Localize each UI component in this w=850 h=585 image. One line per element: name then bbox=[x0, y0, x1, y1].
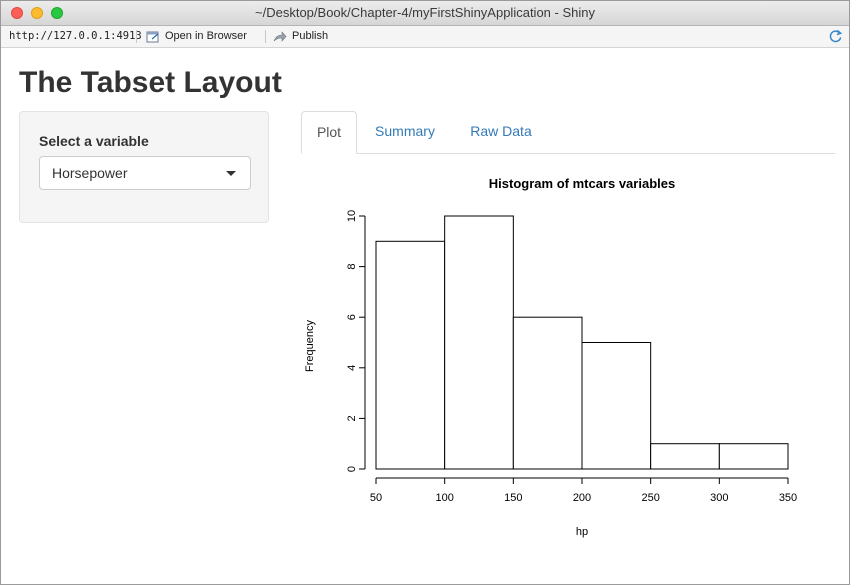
viewer-toolbar: http://127.0.0.1:4913 Open in Browser Pu… bbox=[1, 26, 849, 48]
chart-title: Histogram of mtcars variables bbox=[489, 176, 675, 191]
browser-window-icon bbox=[146, 31, 159, 42]
x-tick-label: 200 bbox=[573, 492, 591, 504]
y-tick-label: 8 bbox=[346, 264, 358, 270]
y-tick-label: 10 bbox=[346, 210, 358, 222]
y-tick-label: 2 bbox=[346, 415, 358, 421]
x-axis-label: hp bbox=[576, 526, 588, 538]
histogram-bar bbox=[375, 240, 446, 470]
publish-button[interactable]: Publish bbox=[273, 26, 328, 47]
x-tick-label: 300 bbox=[710, 492, 728, 504]
title-bar: ~/Desktop/Book/Chapter-4/myFirstShinyApp… bbox=[1, 1, 849, 26]
y-axis-label: Frequency bbox=[304, 320, 316, 372]
histogram-bar bbox=[444, 215, 514, 470]
page-title: The Tabset Layout bbox=[19, 66, 282, 99]
chevron-down-icon bbox=[226, 171, 236, 176]
app-window: ~/Desktop/Book/Chapter-4/myFirstShinyApp… bbox=[0, 0, 850, 585]
open-in-browser-label: Open in Browser bbox=[165, 30, 247, 42]
x-tick-label: 100 bbox=[435, 492, 453, 504]
app-content: The Tabset Layout Select a variable Hors… bbox=[1, 48, 849, 584]
x-tick-label: 50 bbox=[370, 492, 382, 504]
tab-bar: Plot Summary Raw Data bbox=[301, 111, 835, 154]
tab-plot[interactable]: Plot bbox=[301, 111, 357, 154]
window-title: ~/Desktop/Book/Chapter-4/myFirstShinyApp… bbox=[255, 5, 595, 20]
open-in-browser-button[interactable]: Open in Browser bbox=[146, 26, 247, 47]
histogram-bar bbox=[512, 316, 583, 470]
publish-label: Publish bbox=[292, 30, 329, 42]
url-text[interactable]: http://127.0.0.1:4913 bbox=[9, 26, 142, 47]
histogram-bar bbox=[581, 342, 652, 470]
tab-summary[interactable]: Summary bbox=[359, 111, 451, 153]
x-tick-label: 250 bbox=[641, 492, 659, 504]
y-tick-label: 0 bbox=[346, 466, 358, 472]
histogram-bar bbox=[718, 443, 789, 470]
publish-arrow-icon bbox=[273, 30, 287, 42]
histogram-bar bbox=[650, 443, 720, 470]
x-tick-label: 150 bbox=[504, 492, 522, 504]
x-tick-label: 350 bbox=[779, 492, 797, 504]
sidebar-panel: Select a variable Horsepower bbox=[19, 111, 269, 223]
y-tick-label: 4 bbox=[346, 365, 358, 371]
refresh-icon[interactable] bbox=[828, 29, 843, 44]
toolbar-divider bbox=[265, 30, 266, 43]
y-tick-label: 6 bbox=[346, 314, 358, 320]
tab-raw-data[interactable]: Raw Data bbox=[455, 111, 547, 153]
toolbar-divider bbox=[136, 30, 137, 43]
histogram-chart: Histogram of mtcars variables 50 100 150 20… bbox=[304, 176, 797, 538]
variable-select-value: Horsepower bbox=[52, 165, 128, 181]
variable-select[interactable]: Horsepower bbox=[39, 156, 251, 190]
select-variable-label: Select a variable bbox=[39, 133, 149, 149]
